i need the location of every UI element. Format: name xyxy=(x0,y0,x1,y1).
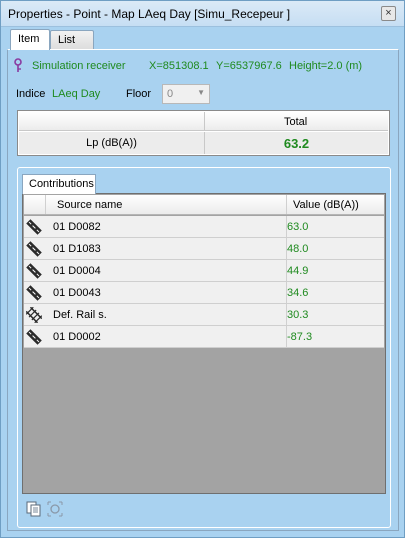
floor-select-value: 0 xyxy=(167,88,174,100)
source-name-cell: Def. Rail s. xyxy=(53,309,107,321)
road-source-icon xyxy=(26,219,44,235)
table-row[interactable]: 01 D0082 63.0 xyxy=(24,216,384,238)
chevron-down-icon: ▼ xyxy=(197,88,205,97)
receiver-pin-icon xyxy=(13,58,23,76)
road-source-icon xyxy=(26,241,44,257)
receiver-y: Y=6537967.6 xyxy=(216,60,282,72)
table-row[interactable]: 01 D0002 -87.3 xyxy=(24,326,384,348)
source-name-cell: 01 D1083 xyxy=(53,243,101,255)
rail-source-icon xyxy=(25,306,44,324)
road-source-icon xyxy=(26,263,44,279)
window-title: Properties - Point - Map LAeq Day [Simu_… xyxy=(8,7,291,21)
road-source-icon xyxy=(26,329,44,345)
lp-label: Lp (dB(A)) xyxy=(86,137,137,149)
contributions-grid[interactable]: Source name Value (dB(A)) 01 D0082 63.0 01… xyxy=(22,193,386,494)
table-row[interactable]: 01 D1083 48.0 xyxy=(24,238,384,260)
grid-header-icon-column xyxy=(24,195,46,214)
copy-icon[interactable] xyxy=(25,500,43,518)
total-table-row: Lp (dB(A)) 63.2 xyxy=(19,132,388,154)
source-name-cell: 01 D0004 xyxy=(53,265,101,277)
close-button[interactable]: × xyxy=(381,6,396,21)
column-header-value[interactable]: Value (dB(A)) xyxy=(286,195,384,214)
tab-contributions[interactable]: Contributions xyxy=(22,174,96,194)
receiver-type: Simulation receiver xyxy=(32,60,126,72)
road-source-icon xyxy=(26,285,44,301)
source-value-cell: 63.0 xyxy=(287,221,309,233)
title-bar[interactable]: Properties - Point - Map LAeq Day [Simu_… xyxy=(1,1,404,27)
source-name-cell: 01 D0002 xyxy=(53,331,101,343)
receiver-info: Simulation receiver X=851308.1 Y=6537967… xyxy=(7,58,397,74)
table-row[interactable]: 01 D0004 44.9 xyxy=(24,260,384,282)
indice-value: LAeq Day xyxy=(52,88,101,100)
total-column-header: Total xyxy=(284,116,308,128)
zoom-to-icon[interactable] xyxy=(46,500,64,518)
indice-label: Indice xyxy=(16,88,46,100)
floor-select[interactable]: 0 ▼ xyxy=(162,84,210,104)
source-value-cell: -87.3 xyxy=(287,331,313,343)
lp-total-value: 63.2 xyxy=(283,136,310,151)
receiver-x: X=851308.1 xyxy=(149,60,209,72)
tab-list[interactable]: List xyxy=(50,30,94,50)
source-value-cell: 48.0 xyxy=(287,243,309,255)
source-value-cell: 34.6 xyxy=(287,287,309,299)
source-name-cell: 01 D0082 xyxy=(53,221,101,233)
source-value-cell: 44.9 xyxy=(287,265,309,277)
source-name-cell: 01 D0043 xyxy=(53,287,101,299)
total-table-header: Total xyxy=(19,112,388,131)
floor-label: Floor xyxy=(126,88,152,100)
total-table: Total Lp (dB(A)) 63.2 xyxy=(17,110,390,156)
tab-item[interactable]: Item xyxy=(10,29,50,50)
column-header-source-name[interactable]: Source name xyxy=(47,199,287,211)
properties-window: Properties - Point - Map LAeq Day [Simu_… xyxy=(0,0,405,538)
table-row[interactable]: Def. Rail s. 30.3 xyxy=(24,304,384,326)
grid-header: Source name Value (dB(A)) xyxy=(24,195,384,215)
table-row[interactable]: 01 D0043 34.6 xyxy=(24,282,384,304)
receiver-height: Height=2.0 (m) xyxy=(289,60,363,72)
source-value-cell: 30.3 xyxy=(287,309,309,321)
